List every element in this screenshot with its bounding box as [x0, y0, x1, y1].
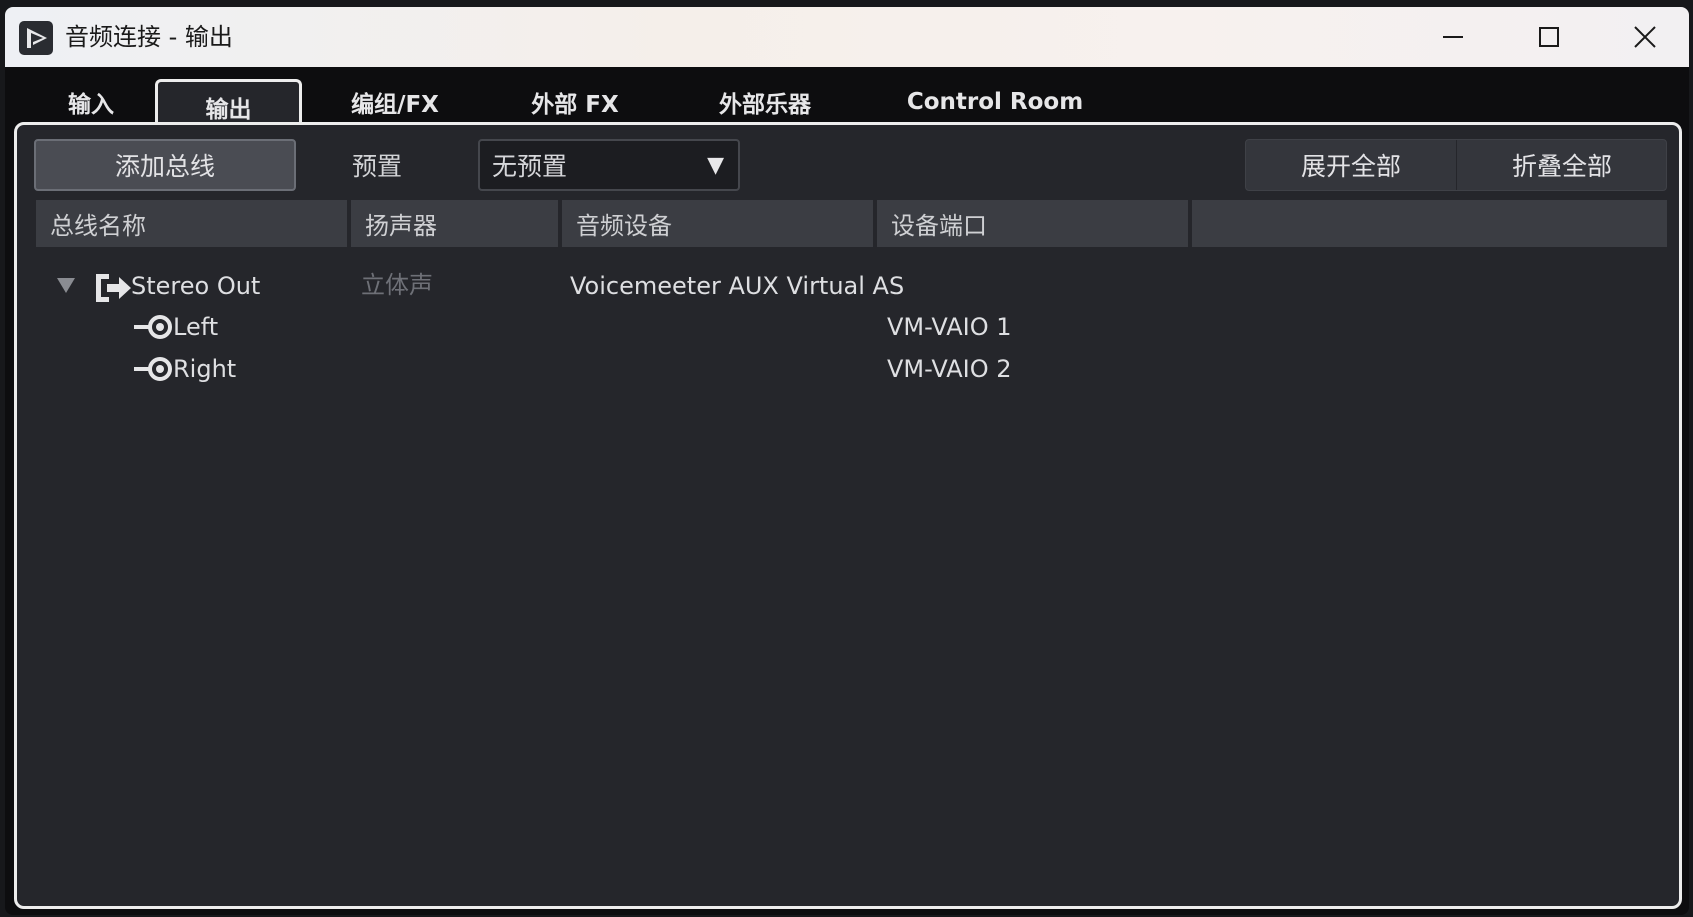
maximize-button[interactable] — [1501, 7, 1597, 67]
maximize-icon — [1539, 27, 1559, 47]
output-panel: 添加总线 预置 无预置 ▼ 展开全部 折叠全部 总线名称 扬声器 音频设备 设备… — [14, 122, 1682, 909]
close-button[interactable] — [1597, 7, 1689, 67]
channel-name[interactable]: Left — [173, 311, 218, 343]
triangle-down-icon[interactable] — [54, 273, 78, 297]
channel-device-port[interactable]: VM-VAIO 1 — [887, 311, 1012, 343]
dropdown-arrow-icon: ▼ — [707, 153, 724, 178]
channel-device-port[interactable]: VM-VAIO 2 — [887, 353, 1012, 385]
column-header-audio-device[interactable]: 音频设备 — [562, 200, 873, 247]
expand-all-button[interactable]: 展开全部 — [1246, 140, 1457, 190]
bus-audio-device[interactable]: Voicemeeter AUX Virtual AS — [570, 270, 904, 302]
bus-speaker[interactable]: 立体声 — [361, 269, 433, 301]
tab-external-fx[interactable]: 外部 FX — [495, 79, 655, 125]
output-bus-icon — [96, 274, 131, 302]
preset-value: 无预置 — [492, 152, 568, 181]
minimize-icon — [1443, 36, 1463, 38]
speaker-channel-icon — [134, 315, 172, 339]
tab-input[interactable]: 输入 — [31, 79, 151, 125]
tab-group-fx[interactable]: 编组/FX — [311, 79, 479, 125]
cubase-logo-icon — [19, 21, 53, 55]
column-header-speaker[interactable]: 扬声器 — [351, 200, 558, 247]
tab-external-instruments[interactable]: 外部乐器 — [670, 79, 860, 125]
column-header-bus-name[interactable]: 总线名称 — [36, 200, 347, 247]
add-bus-button[interactable]: 添加总线 — [34, 139, 296, 191]
column-header-extra[interactable] — [1192, 200, 1667, 247]
collapse-all-button[interactable]: 折叠全部 — [1457, 140, 1667, 190]
preset-dropdown[interactable]: 无预置 ▼ — [478, 139, 740, 191]
column-header-device-port[interactable]: 设备端口 — [877, 200, 1188, 247]
window-title: 音频连接 - 输出 — [65, 23, 233, 51]
bus-name[interactable]: Stereo Out — [131, 270, 260, 302]
preset-label: 预置 — [351, 152, 402, 181]
tab-bar: 输入 输出 编组/FX 外部 FX 外部乐器 Control Room — [5, 67, 1689, 131]
title-bar[interactable]: 音频连接 - 输出 — [5, 7, 1689, 67]
expand-collapse-group: 展开全部 折叠全部 — [1245, 139, 1667, 191]
tab-control-room[interactable]: Control Room — [875, 79, 1115, 125]
close-icon — [1634, 26, 1656, 48]
channel-name[interactable]: Right — [173, 353, 236, 385]
minimize-button[interactable] — [1405, 7, 1501, 67]
audio-connections-window: 音频连接 - 输出 输入 输出 编组/FX 外部 FX 外部乐器 Control… — [5, 7, 1689, 915]
speaker-channel-icon — [134, 357, 172, 381]
